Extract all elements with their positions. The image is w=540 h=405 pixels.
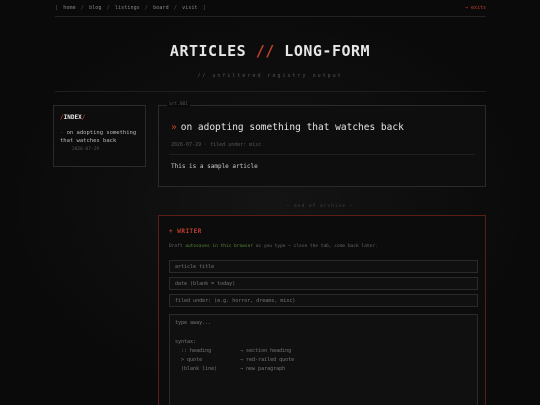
- archive-end-mark: — end of archive —: [286, 204, 354, 209]
- exits-link[interactable]: → exits: [465, 5, 486, 11]
- nav-link-visit[interactable]: visit: [182, 5, 198, 11]
- nav-link-blog[interactable]: blog: [89, 5, 101, 11]
- nav-divider: [55, 16, 486, 17]
- nav-separator: /: [106, 5, 110, 11]
- article-heading: » on adopting something that watches back: [171, 122, 404, 133]
- page-subtitle: // unfiltered registry output: [197, 73, 343, 79]
- article-title: on adopting something that watches back: [180, 122, 404, 133]
- article-divider: [169, 154, 475, 155]
- autosave-note: autosaves in this browser: [185, 244, 253, 249]
- writer-title: + WRITER: [169, 228, 202, 235]
- index-item[interactable]: - on adopting something that watches bac…: [60, 129, 139, 145]
- nav-separator: /: [144, 5, 149, 11]
- filed-under-input[interactable]: filed under: (e.g. horror, dreams, misc): [169, 294, 478, 307]
- index-title: /INDEX/: [60, 114, 86, 121]
- chevron-right-icon: »: [171, 122, 177, 133]
- nav-separator: /: [80, 5, 84, 11]
- index-item-date: 2026-07-29: [72, 147, 100, 152]
- page-title: ARTICLES // LONG-FORM: [0, 42, 540, 60]
- syntax-row: > quote → red-railed quote: [175, 357, 295, 364]
- article-date-input[interactable]: date (blank = today): [169, 277, 478, 290]
- nav-separator: /: [173, 5, 177, 11]
- syntax-row: (blank line) → new paragraph: [175, 366, 286, 373]
- nav-bracket-open: [: [55, 5, 59, 11]
- index-item-label[interactable]: on adopting something that watches back: [60, 130, 136, 144]
- syntax-label: syntax:: [175, 338, 197, 345]
- article-card: art.001 » on adopting something that watc…: [158, 102, 486, 187]
- writer-hint: Draft autosaves in this browser as you t…: [169, 244, 378, 249]
- syntax-row: :: heading → section heading: [175, 347, 292, 354]
- title-right: LONG-FORM: [284, 42, 371, 60]
- writer-panel: + WRITER Draft autosaves in this browser…: [158, 215, 486, 405]
- nav-link-listings[interactable]: listings: [115, 5, 140, 11]
- nav-bracket-close: ]: [202, 5, 206, 11]
- top-nav: [ home / blog / listings / board / visit…: [55, 5, 208, 11]
- article-meta: 2026-07-29 · filed under: misc: [171, 142, 262, 148]
- article-title-input[interactable]: article title: [169, 260, 478, 273]
- header-divider: [55, 91, 486, 92]
- index-panel: /INDEX/ - on adopting something that wat…: [53, 105, 146, 167]
- nav-link-home[interactable]: home: [63, 5, 75, 11]
- nav-link-board[interactable]: board: [153, 5, 169, 11]
- article-body-textarea[interactable]: type away... syntax: :: heading → sectio…: [169, 314, 478, 405]
- body-placeholder: type away...: [175, 320, 212, 326]
- title-slash: //: [255, 42, 275, 60]
- index-item-dash: -: [60, 130, 64, 136]
- title-left: ARTICLES: [169, 42, 247, 60]
- article-body: This is a sample article: [171, 163, 258, 170]
- article-tag: art.001: [167, 102, 190, 107]
